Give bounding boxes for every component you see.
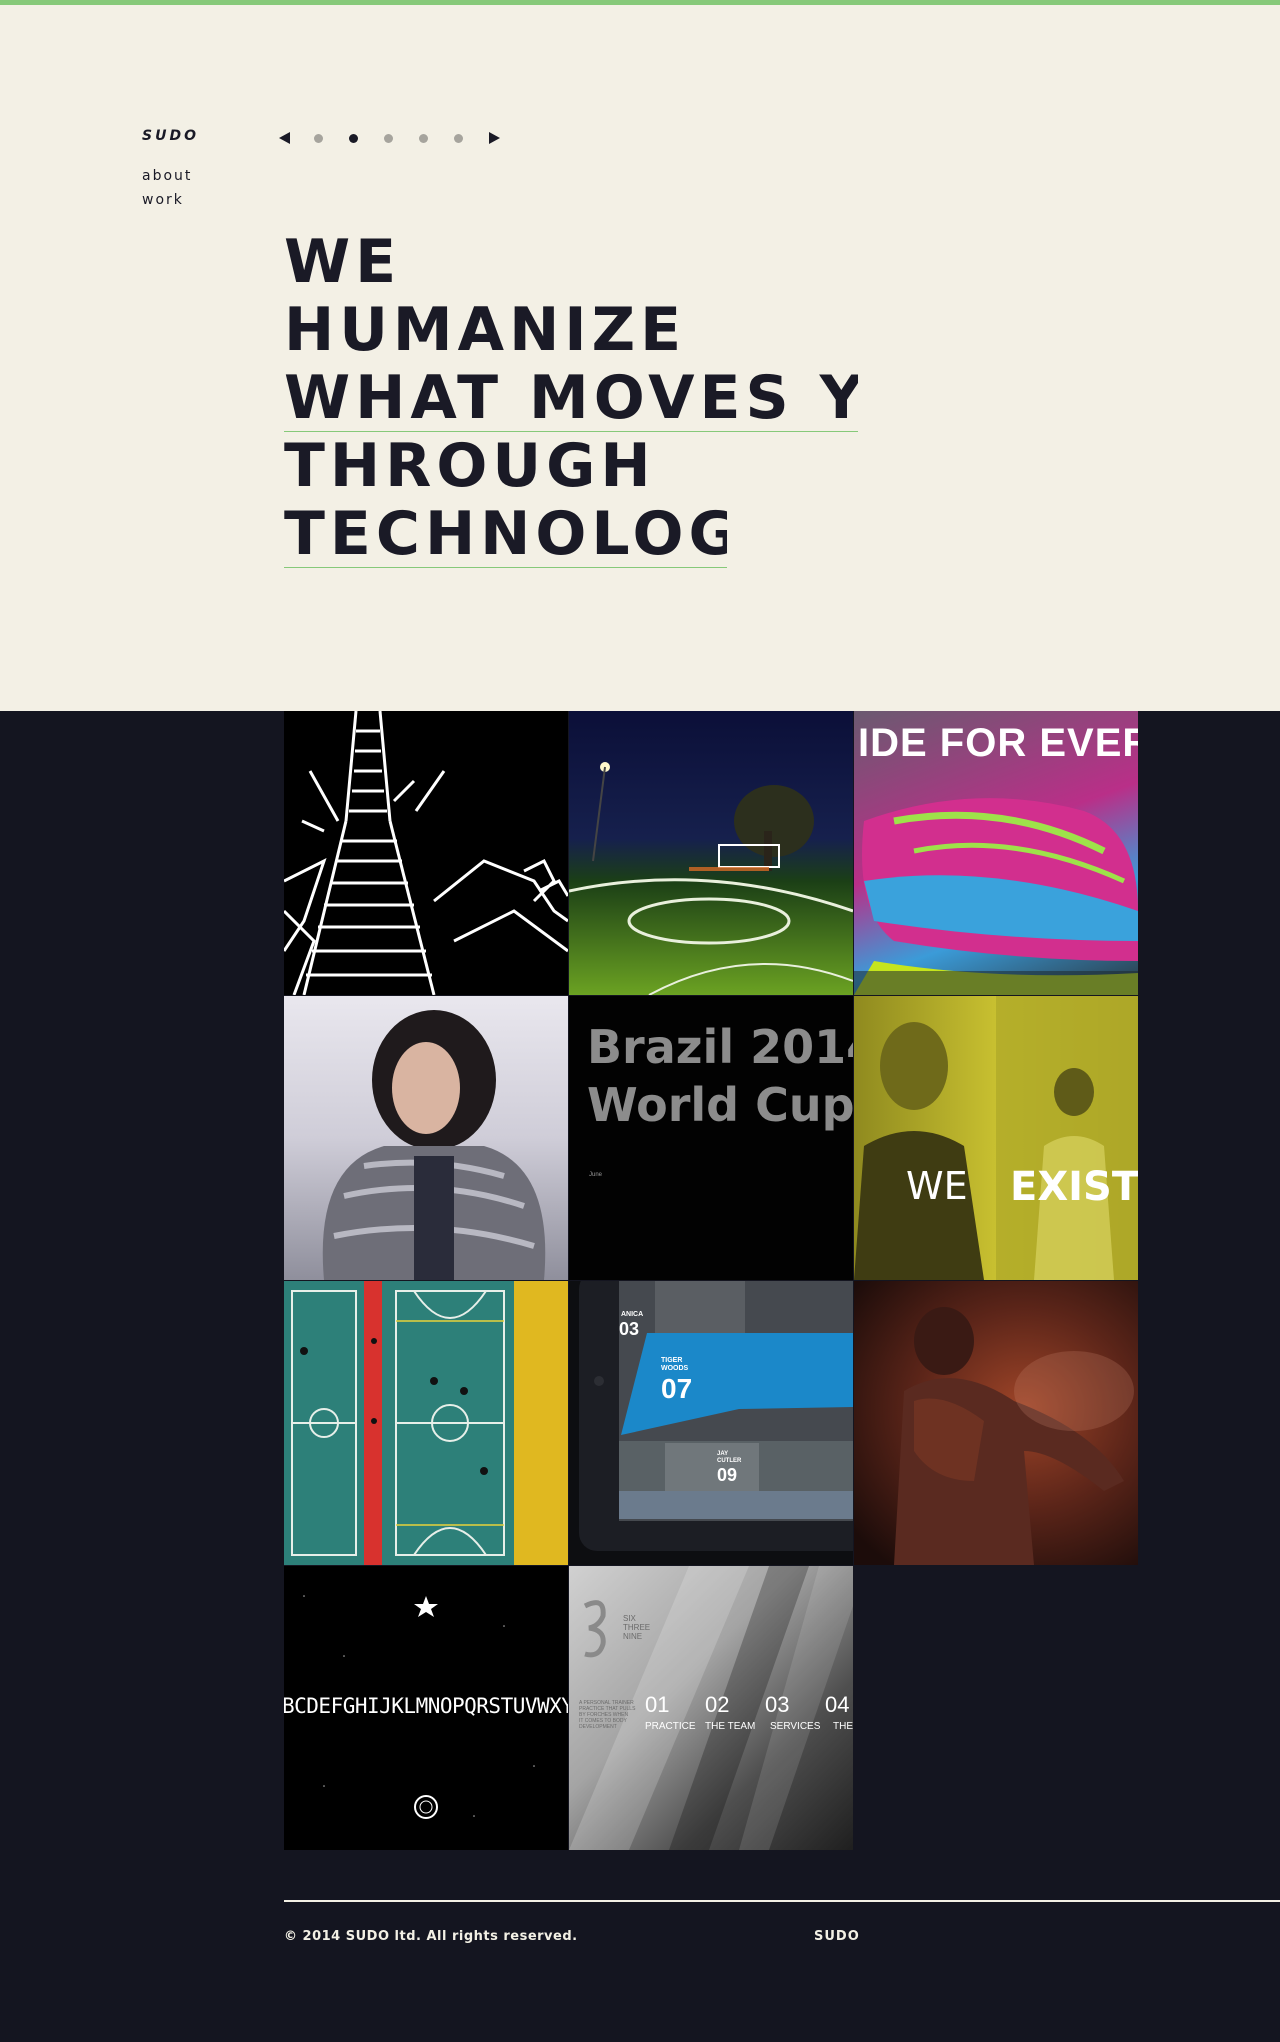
- tablet-num-07: 07: [661, 1373, 693, 1404]
- triangle-left-icon[interactable]: [276, 130, 292, 146]
- slider-dot-1[interactable]: [314, 133, 323, 143]
- headline-text: THROUGH: [284, 431, 656, 501]
- site-logo[interactable]: SUDO: [142, 128, 199, 144]
- work-tile-six-three-nine[interactable]: SIX THREE NINE A PERSONAL TRAINER PRACTI…: [569, 1566, 853, 1850]
- headline-line: WE: [284, 228, 858, 296]
- brazil-title-line1: Brazil 2014: [587, 1020, 853, 1074]
- slider-dot-3[interactable]: [384, 133, 393, 143]
- six-num-04: 04: [825, 1692, 850, 1717]
- footer-copyright: © 2014 SUDO ltd. All rights reserved.: [284, 1929, 578, 1944]
- headline-line-underlined: TECHNOLOGY: [284, 500, 858, 568]
- headline-text: HUMANIZE: [284, 295, 687, 365]
- six-label-services: SERVICES: [770, 1721, 821, 1732]
- work-tile-jacket[interactable]: [284, 996, 568, 1280]
- tablet-text-woods: WOODS: [661, 1365, 689, 1372]
- badge-icon: [414, 1795, 438, 1819]
- six-num-01: 01: [645, 1692, 670, 1717]
- slider-controls: [276, 128, 502, 148]
- night-field-image: [569, 762, 853, 995]
- headline-text: WHAT MOVES YOU: [284, 364, 858, 432]
- nav-item-about[interactable]: about: [142, 164, 192, 188]
- six-title-six: SIX: [623, 1614, 636, 1623]
- six-title-three: THREE: [623, 1623, 651, 1632]
- work-tile-night-field[interactable]: [569, 711, 853, 995]
- headline-line-underlined: WHAT MOVES YOU: [284, 364, 858, 432]
- woman-jacket-image: [322, 1010, 546, 1280]
- slider-dot-4[interactable]: [419, 133, 428, 143]
- work-grid: IDE FOR EVER Brazil 2014 World Cup June …: [284, 711, 1138, 1850]
- headline-line: THROUGH: [284, 432, 858, 500]
- alphabet-text: BCDEFGHIJKLMNOPQRSTUVWXY: [284, 1694, 568, 1718]
- athlete-smoke-image: [894, 1307, 1134, 1565]
- headline-text: WE: [284, 227, 402, 297]
- tablet-text-tiger: TIGER: [661, 1357, 683, 1364]
- brazil-title-line2: World Cup: [587, 1078, 853, 1132]
- exist-word-text: EXIST: [1010, 1164, 1138, 1210]
- six-num-02: 02: [705, 1692, 730, 1717]
- exist-we-text: WE: [906, 1164, 968, 1208]
- brazil-caption: June: [589, 1172, 603, 1178]
- six-label-the: THE: [833, 1721, 853, 1732]
- work-tile-alphabet[interactable]: BCDEFGHIJKLMNOPQRSTUVWXY: [284, 1566, 568, 1850]
- slider-dots: [302, 133, 476, 143]
- work-tile-brazil[interactable]: Brazil 2014 World Cup June: [569, 996, 853, 1280]
- work-tile-runner[interactable]: [854, 1281, 1138, 1565]
- work-tile-tablet[interactable]: ANICA 03 TIGER WOODS 07 JAY CUTLER 09: [569, 1281, 853, 1565]
- six-label-practice: PRACTICE: [645, 1721, 696, 1732]
- star-icon: [414, 1596, 438, 1617]
- tablet-text-jay: JAY: [717, 1451, 729, 1457]
- headline-line: HUMANIZE: [284, 296, 858, 364]
- main-nav: about work: [142, 164, 192, 212]
- headline-text: TECHNOLOGY: [284, 500, 727, 568]
- escalator-wireframe-image: [284, 711, 568, 995]
- nav-item-work[interactable]: work: [142, 188, 192, 212]
- six-label-team: THE TEAM: [705, 1721, 756, 1732]
- footer-divider: [284, 1900, 1280, 1902]
- runners-image: [854, 996, 1138, 1280]
- tablet-num-03: 03: [619, 1319, 640, 1339]
- work-tile-escalator[interactable]: [284, 711, 568, 995]
- slider-dot-5[interactable]: [454, 133, 463, 143]
- work-tile-we-exist[interactable]: WE EXIST: [854, 996, 1138, 1280]
- work-tile-shoe[interactable]: IDE FOR EVER: [854, 711, 1138, 995]
- six-title-nine: NINE: [623, 1632, 643, 1641]
- slider-dot-2[interactable]: [349, 133, 358, 143]
- tablet-app-image: [579, 1281, 853, 1551]
- triangle-right-icon[interactable]: [486, 130, 502, 146]
- shoe-slogan: IDE FOR EVER: [858, 721, 1138, 765]
- tablet-text-anica: ANICA: [621, 1311, 644, 1318]
- footer-logo[interactable]: SUDO: [814, 1929, 860, 1944]
- aerial-courts-image: [291, 1281, 568, 1565]
- work-tile-courts[interactable]: [284, 1281, 568, 1565]
- tablet-num-09: 09: [717, 1465, 738, 1485]
- tablet-text-cutler: CUTLER: [717, 1458, 742, 1464]
- six-desc-5: DEVELOPMENT: [579, 1724, 617, 1730]
- six-num-03: 03: [765, 1692, 790, 1717]
- hero-headline: WE HUMANIZE WHAT MOVES YOU THROUGH TECHN…: [284, 228, 858, 568]
